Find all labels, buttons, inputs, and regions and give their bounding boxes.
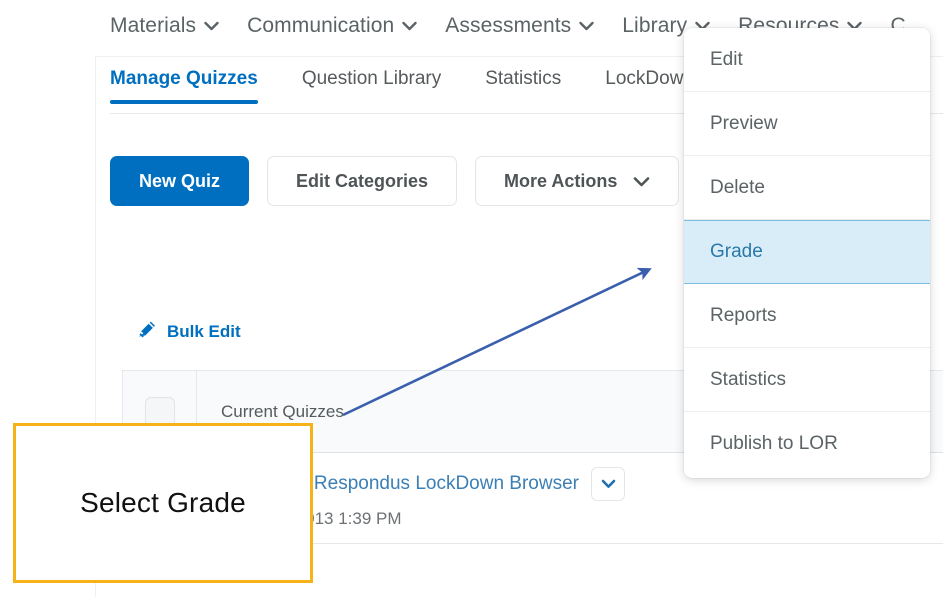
chevron-down-icon: [402, 21, 417, 31]
tab-label: Statistics: [485, 68, 561, 89]
menu-item-label: Edit: [710, 49, 743, 71]
menu-item-label: Publish to LOR: [710, 433, 838, 455]
select-all-checkbox[interactable]: [145, 397, 175, 427]
tab-bar: Manage Quizzes Question Library Statisti…: [110, 68, 727, 114]
menu-item-label: Grade: [710, 241, 763, 263]
nav-item-label: Communication: [247, 14, 394, 38]
menu-item-label: Reports: [710, 305, 777, 327]
bulk-edit-label: Bulk Edit: [167, 322, 241, 342]
annotation-callout-text: Select Grade: [80, 487, 246, 519]
bulk-edit-link[interactable]: Bulk Edit: [136, 318, 241, 345]
tab-manage-quizzes[interactable]: Manage Quizzes: [110, 68, 258, 104]
action-toolbar: New Quiz Edit Categories More Actions: [110, 156, 679, 206]
tab-label: Question Library: [302, 68, 441, 89]
nav-item-assessments[interactable]: Assessments: [445, 14, 594, 38]
menu-item-grade[interactable]: Grade: [684, 220, 930, 284]
new-quiz-label: New Quiz: [139, 171, 220, 192]
nav-item-label: Materials: [110, 14, 196, 38]
context-menu: Edit Preview Delete Grade Reports Statis…: [684, 28, 930, 478]
pencil-icon: [136, 318, 158, 345]
menu-item-edit[interactable]: Edit: [684, 28, 930, 92]
menu-item-label: Delete: [710, 177, 765, 199]
nav-item-materials[interactable]: Materials: [110, 14, 219, 38]
chevron-down-icon: [204, 21, 219, 31]
nav-item-label: Assessments: [445, 14, 571, 38]
tab-label: Manage Quizzes: [110, 68, 258, 89]
menu-item-preview[interactable]: Preview: [684, 92, 930, 156]
menu-item-statistics[interactable]: Statistics: [684, 348, 930, 412]
tab-label: LockDow: [605, 68, 683, 89]
chevron-down-icon: [579, 21, 594, 31]
annotation-callout-box: Select Grade: [13, 423, 313, 583]
tab-lockdown[interactable]: LockDow: [605, 68, 683, 104]
more-actions-button[interactable]: More Actions: [475, 156, 679, 206]
edit-categories-label: Edit Categories: [296, 171, 428, 192]
new-quiz-button[interactable]: New Quiz: [110, 156, 249, 206]
menu-item-label: Preview: [710, 113, 778, 135]
tab-question-library[interactable]: Question Library: [302, 68, 441, 104]
menu-item-label: Statistics: [710, 369, 786, 391]
page-root: Materials Communication Assessments Libr…: [0, 0, 943, 597]
table-header-label: Current Quizzes: [197, 402, 344, 422]
edit-categories-button[interactable]: Edit Categories: [267, 156, 457, 206]
menu-item-publish-to-lor[interactable]: Publish to LOR: [684, 412, 930, 476]
menu-item-reports[interactable]: Reports: [684, 284, 930, 348]
nav-item-communication[interactable]: Communication: [247, 14, 417, 38]
nav-item-label: Library: [622, 14, 687, 38]
more-actions-label: More Actions: [504, 171, 617, 192]
chevron-down-icon: [633, 176, 650, 187]
menu-item-delete[interactable]: Delete: [684, 156, 930, 220]
tab-statistics[interactable]: Statistics: [485, 68, 561, 104]
row-actions-button[interactable]: [591, 467, 625, 501]
